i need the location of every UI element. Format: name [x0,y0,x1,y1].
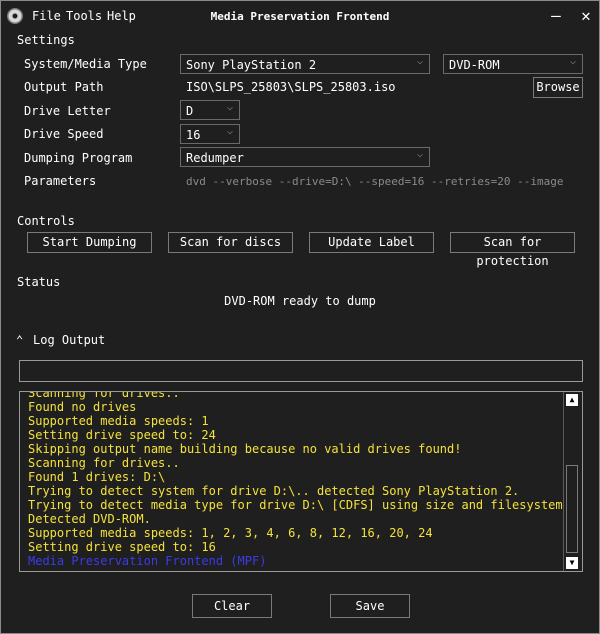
log-line: Scanning for drives.. [28,391,180,400]
dumping-program-select[interactable]: Redumper ⌵ [180,147,430,167]
browse-button[interactable]: Browse [533,77,583,98]
status-text: DVD-ROM ready to dump [224,294,376,308]
system-select[interactable]: Sony PlayStation 2 ⌵ [180,54,430,74]
log-line: Detected DVD-ROM. [28,512,151,526]
drive-letter-label: Drive Letter [24,104,111,118]
scroll-thumb[interactable] [566,465,578,553]
scroll-down-icon[interactable]: ▼ [566,557,578,569]
settings-heading: Settings [17,33,75,47]
minimize-icon[interactable]: — [547,7,565,25]
output-path-value[interactable]: ISO\SLPS_25803\SLPS_25803.iso [186,80,396,94]
log-output-box[interactable]: Scanning for drives.. Found no drives Su… [19,391,583,572]
title-bar: File Tools Help Media Preservation Front… [1,1,599,31]
log-scrollbar[interactable]: ▲ ▼ [563,392,582,571]
system-label: System/Media Type [24,57,147,71]
log-line: Media Preservation Frontend (MPF) [28,554,267,568]
parameters-label: Parameters [24,174,97,188]
chevron-down-icon: ⌵ [569,56,576,67]
log-line: Setting drive speed to: 16 [28,540,216,554]
scan-discs-button[interactable]: Scan for discs [168,232,293,253]
dumping-program-value: Redumper [186,151,244,165]
media-type-value: DVD-ROM [449,58,500,72]
log-line: Supported media speeds: 1, 2, 3, 4, 6, 8… [28,526,433,540]
clear-button[interactable]: Clear [192,594,272,618]
media-type-select[interactable]: DVD-ROM ⌵ [443,54,583,74]
controls-heading: Controls [17,214,75,228]
chevron-up-icon[interactable]: ⌃ [16,333,23,347]
drive-speed-value: 16 [186,128,201,142]
drive-letter-value: D [186,104,194,118]
log-line: Trying to detect system for drive D:\.. … [28,484,520,498]
status-heading: Status [17,275,61,289]
dumping-program-label: Dumping Program [24,151,133,165]
log-output-heading[interactable]: Log Output [33,333,105,347]
drive-letter-select[interactable]: D ⌵ [180,100,240,120]
chevron-down-icon: ⌵ [416,56,423,67]
save-button[interactable]: Save [330,594,410,618]
log-line: Found no drives [28,400,137,414]
drive-speed-select[interactable]: 16 ⌵ [180,124,240,144]
chevron-down-icon: ⌵ [226,102,233,113]
chevron-down-icon: ⌵ [416,149,423,160]
log-line: Supported media speeds: 1 [28,414,209,428]
close-icon[interactable]: ✕ [577,7,595,25]
app-window: File Tools Help Media Preservation Front… [0,0,600,634]
log-line: Scanning for drives.. [28,456,180,470]
log-line: Setting drive speed to: 24 [28,428,216,442]
scroll-up-icon[interactable]: ▲ [566,394,578,406]
window-title: Media Preservation Frontend [210,10,390,23]
log-line: Found 1 drives: D:\ [28,470,166,484]
update-label-button[interactable]: Update Label [309,232,434,253]
chevron-down-icon: ⌵ [226,126,233,137]
parameters-field[interactable]: dvd --verbose --drive=D:\ --speed=16 --r… [186,175,564,188]
system-value: Sony PlayStation 2 [186,58,317,72]
log-line: Trying to detect media type for drive D:… [28,498,578,512]
log-filter-input[interactable] [19,360,583,382]
output-path-label: Output Path [24,80,104,94]
drive-speed-label: Drive Speed [24,127,104,141]
start-dumping-button[interactable]: Start Dumping [27,232,152,253]
log-line: Skipping output name building because no… [28,442,462,456]
scan-protection-button[interactable]: Scan for protection [450,232,575,268]
